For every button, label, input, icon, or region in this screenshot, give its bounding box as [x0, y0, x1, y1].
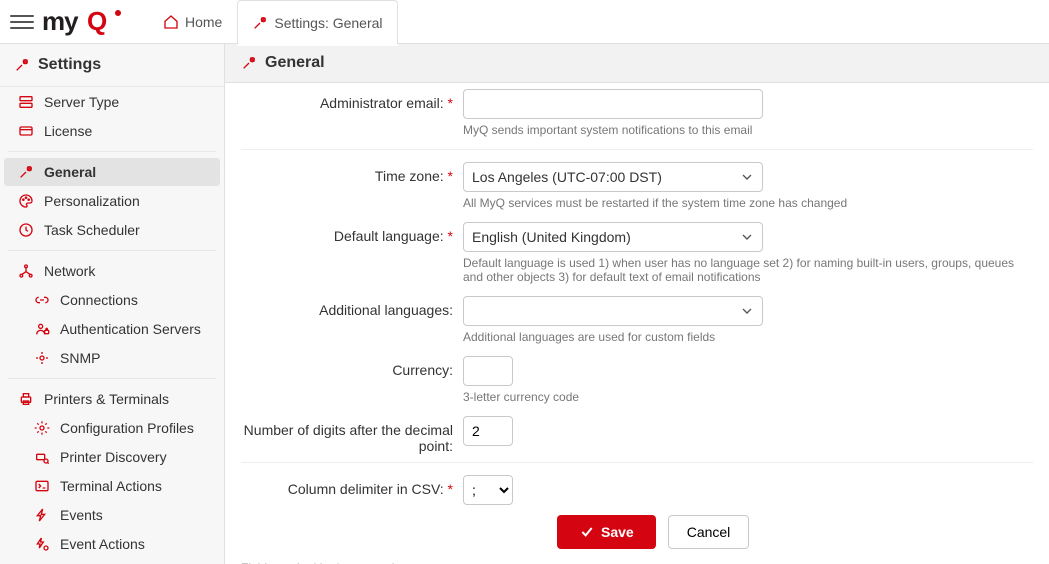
sidebar-item-label: SNMP — [60, 350, 100, 366]
sidebar-item-label: General — [44, 164, 96, 180]
svg-text:my: my — [42, 7, 79, 36]
settings-icon — [14, 57, 30, 73]
server-icon — [18, 94, 34, 110]
sidebar-item-label: Events — [60, 507, 103, 523]
save-button[interactable]: Save — [557, 515, 656, 549]
tab-home-label: Home — [185, 14, 222, 30]
admin-email-input[interactable] — [463, 89, 763, 119]
sidebar-item-label: Connections — [60, 292, 138, 308]
menu-toggle[interactable] — [10, 10, 34, 34]
timezone-select[interactable]: Los Angeles (UTC-07:00 DST) — [463, 162, 763, 192]
license-icon — [18, 123, 34, 139]
settings-icon — [241, 55, 257, 71]
default-lang-hint: Default language is used 1) when user ha… — [463, 256, 1033, 284]
sidebar-item-label: Authentication Servers — [60, 321, 201, 337]
clock-icon — [18, 222, 34, 238]
timezone-hint: All MyQ services must be restarted if th… — [463, 196, 1033, 210]
sidebar-item-snmp[interactable]: SNMP — [4, 344, 220, 372]
sidebar-item-label: Personalization — [44, 193, 140, 209]
currency-label: Currency: — [241, 356, 463, 378]
default-lang-select[interactable]: English (United Kingdom) — [463, 222, 763, 252]
sidebar-item-label: Task Scheduler — [44, 222, 140, 238]
admin-email-label: Administrator email: * — [241, 89, 463, 111]
tab-settings-label: Settings: General — [274, 15, 382, 31]
sidebar-item-printer-discovery[interactable]: Printer Discovery — [4, 443, 220, 471]
home-icon — [163, 14, 179, 30]
csv-label: Column delimiter in CSV: * — [241, 475, 463, 497]
timezone-label: Time zone: * — [241, 162, 463, 184]
csv-select[interactable]: ; — [463, 475, 513, 505]
sidebar-item-general[interactable]: General — [4, 158, 220, 186]
page-title: General — [225, 44, 1049, 83]
currency-input[interactable] — [463, 356, 513, 386]
bolt-action-icon — [34, 536, 50, 552]
sidebar-item-terminal-actions[interactable]: Terminal Actions — [4, 472, 220, 500]
sidebar-item-license[interactable]: License — [4, 117, 220, 145]
terminal-icon — [34, 478, 50, 494]
sidebar-item-label: Event Actions — [60, 536, 145, 552]
sidebar-item-label: Printer Discovery — [60, 449, 167, 465]
bolt-icon — [34, 507, 50, 523]
settings-icon — [252, 15, 268, 31]
printer-icon — [18, 391, 34, 407]
sidebar-item-label: Network — [44, 263, 95, 279]
palette-icon — [18, 193, 34, 209]
settings-icon — [18, 164, 34, 180]
tab-home[interactable]: Home — [148, 0, 237, 44]
user-lock-icon — [34, 321, 50, 337]
check-icon — [579, 524, 595, 540]
sidebar-item-auth-servers[interactable]: Authentication Servers — [4, 315, 220, 343]
sidebar-item-label: Configuration Profiles — [60, 420, 194, 436]
admin-email-hint: MyQ sends important system notifications… — [463, 123, 1033, 137]
sidebar-item-personalization[interactable]: Personalization — [4, 187, 220, 215]
default-lang-label: Default language: * — [241, 222, 463, 244]
add-lang-hint: Additional languages are used for custom… — [463, 330, 1033, 344]
network-icon — [18, 263, 34, 279]
sidebar-item-server-type[interactable]: Server Type — [4, 88, 220, 116]
snmp-icon — [34, 350, 50, 366]
cancel-button[interactable]: Cancel — [668, 515, 750, 549]
digits-input[interactable] — [463, 416, 513, 446]
add-lang-label: Additional languages: — [241, 296, 463, 318]
sidebar-item-config-profiles[interactable]: Configuration Profiles — [4, 414, 220, 442]
search-printer-icon — [34, 449, 50, 465]
tab-settings-general[interactable]: Settings: General — [237, 0, 397, 44]
sidebar-item-printers-terminals[interactable]: Printers & Terminals — [4, 385, 220, 413]
sidebar-item-label: Server Type — [44, 94, 119, 110]
sidebar-item-label: License — [44, 123, 92, 139]
currency-hint: 3-letter currency code — [463, 390, 1033, 404]
digits-label: Number of digits after the decimal point… — [241, 416, 463, 454]
link-icon — [34, 292, 50, 308]
logo: my Q — [42, 7, 132, 37]
add-lang-select[interactable] — [463, 296, 763, 326]
svg-text:Q: Q — [87, 7, 107, 36]
sidebar-title: Settings — [0, 44, 224, 87]
sidebar-item-connections[interactable]: Connections — [4, 286, 220, 314]
sidebar-item-label: Terminal Actions — [60, 478, 162, 494]
sidebar-item-events[interactable]: Events — [4, 501, 220, 529]
sidebar-item-label: Printers & Terminals — [44, 391, 169, 407]
sidebar-item-event-actions[interactable]: Event Actions — [4, 530, 220, 558]
gear-icon — [34, 420, 50, 436]
sidebar-item-network[interactable]: Network — [4, 257, 220, 285]
sidebar-item-task-scheduler[interactable]: Task Scheduler — [4, 216, 220, 244]
